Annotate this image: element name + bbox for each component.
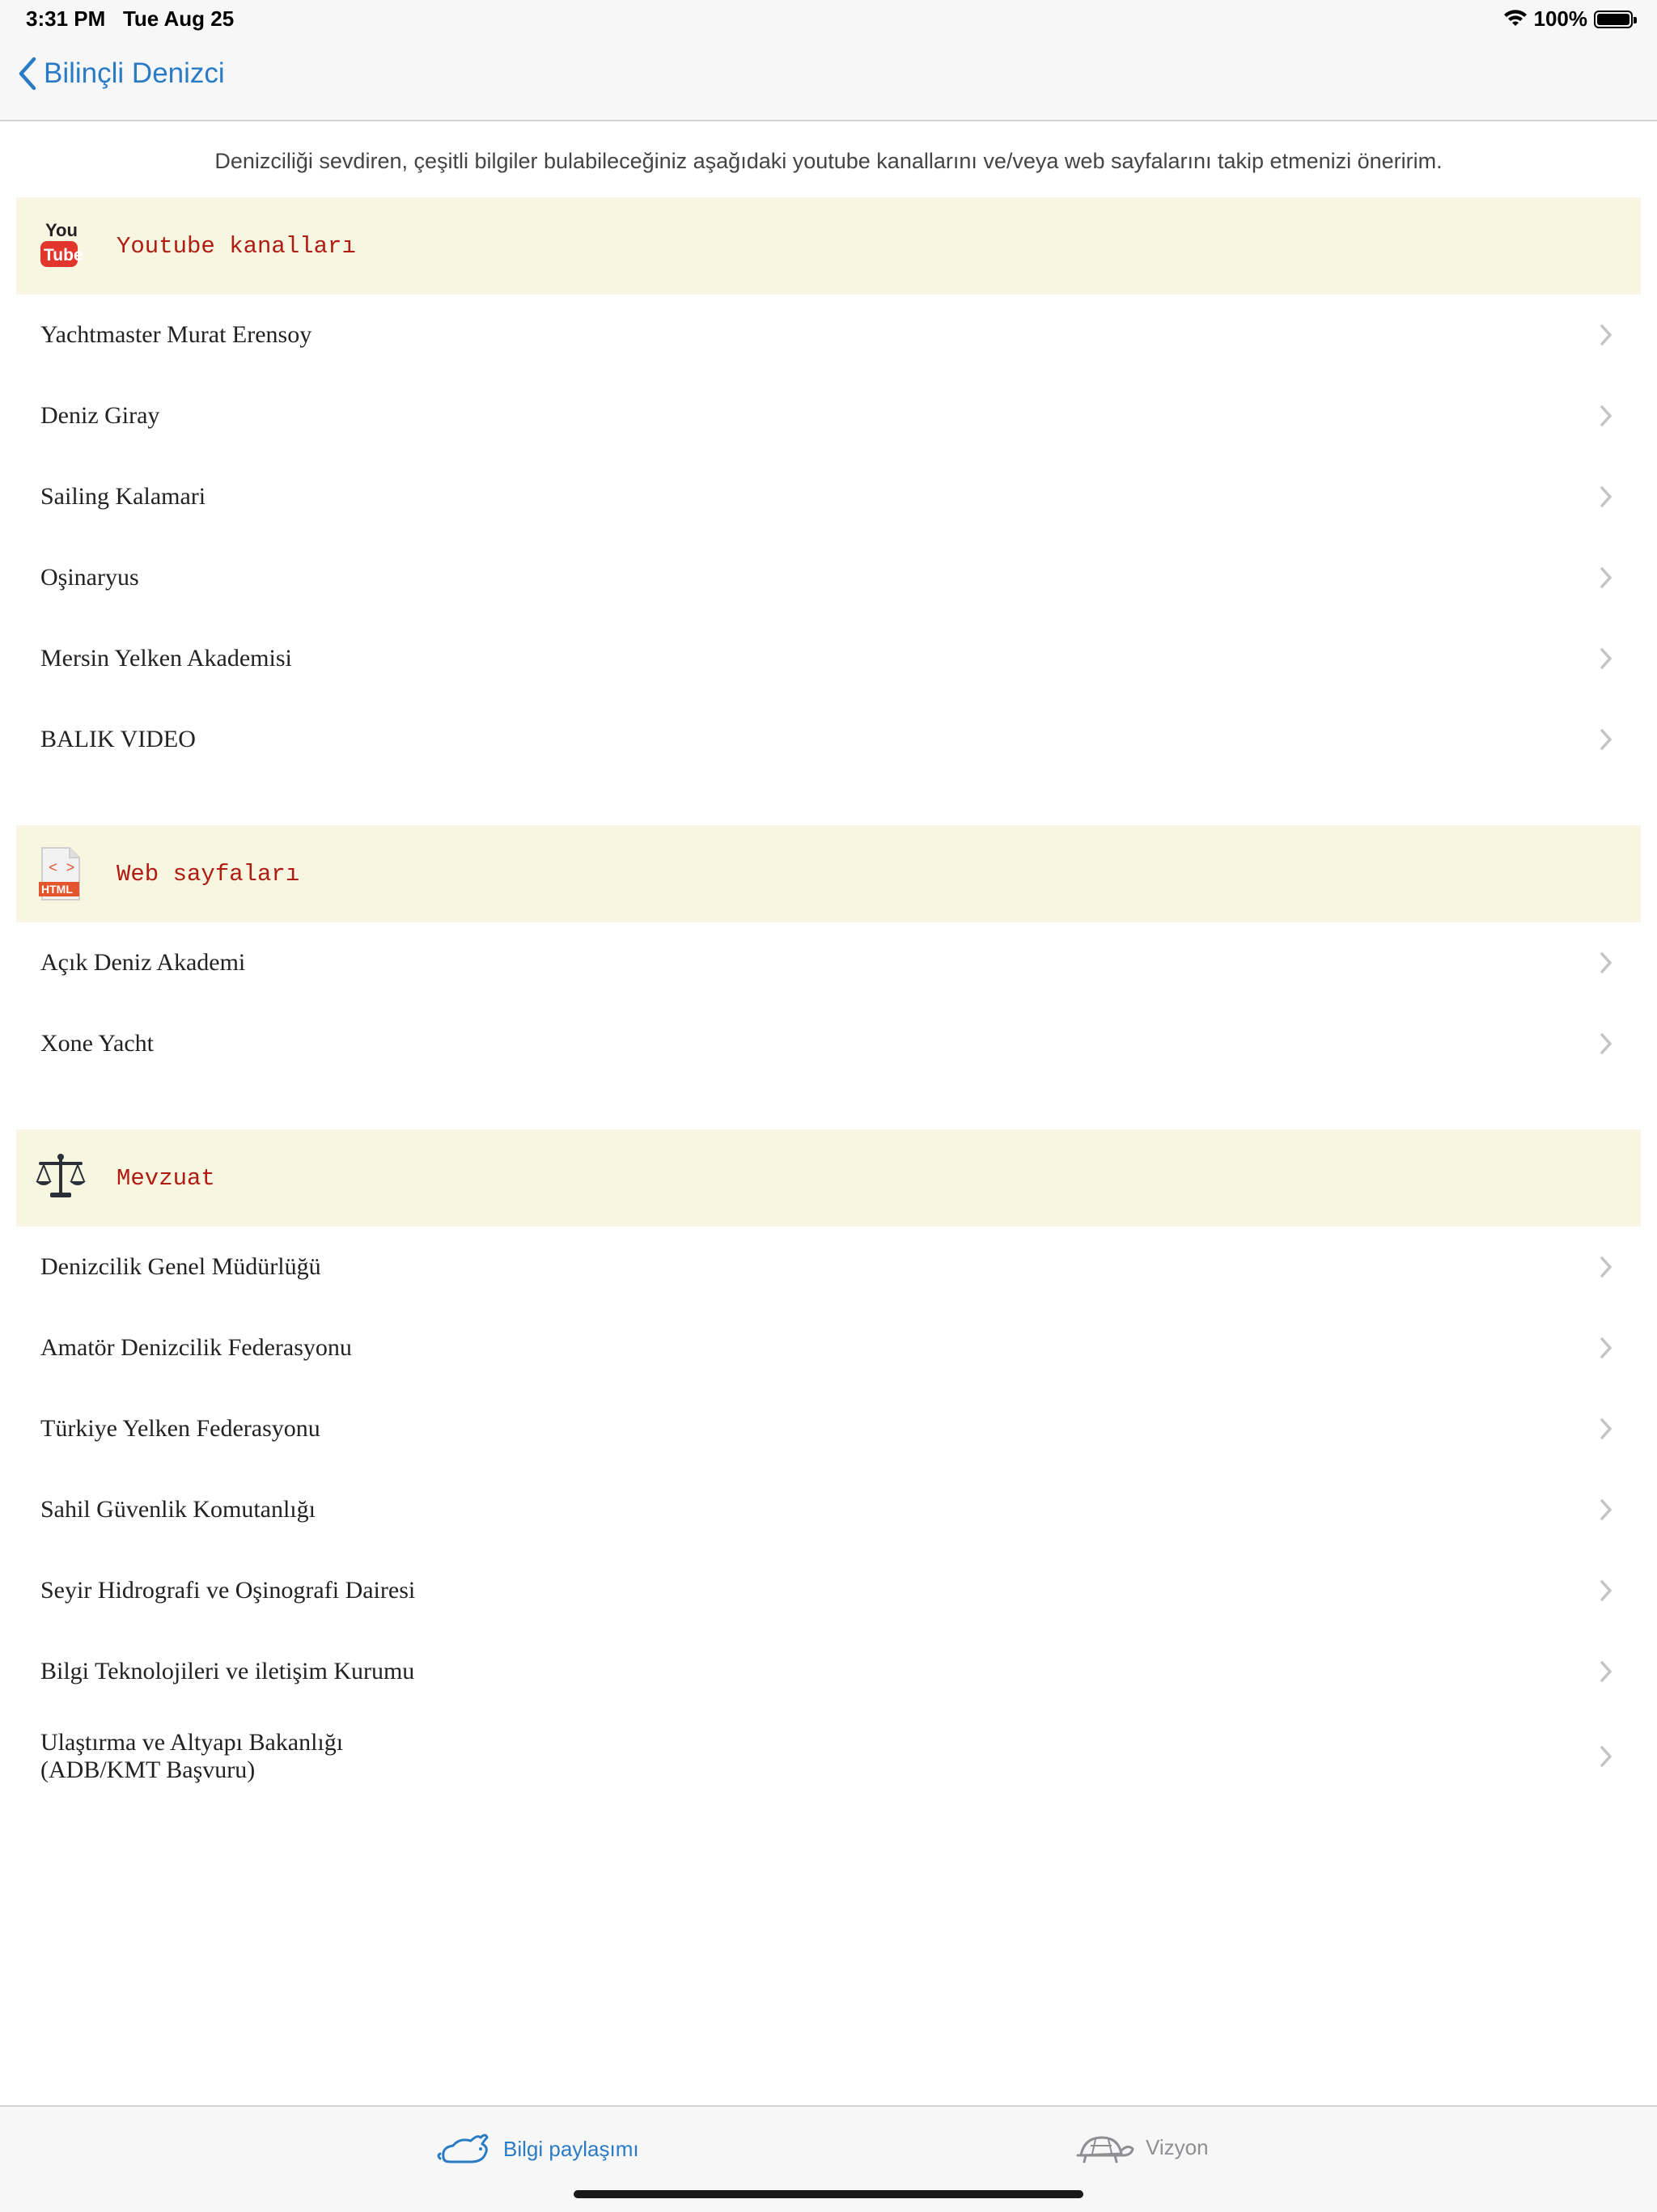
section-title: Mevzuat <box>117 1164 215 1192</box>
chevron-right-icon <box>1600 1418 1612 1439</box>
svg-text:< >: < > <box>49 861 74 877</box>
chevron-right-icon <box>1600 324 1612 345</box>
youtube-icon: You Tube <box>32 217 89 275</box>
status-date: Tue Aug 25 <box>122 6 235 31</box>
list-item-label: Ulaştırma ve Altyapı Bakanlığı (ADB/KMT … <box>40 1729 344 1783</box>
list-item[interactable]: BALIK VIDEO <box>0 699 1657 780</box>
section-title: Web sayfaları <box>117 860 300 888</box>
chevron-right-icon <box>1600 405 1612 426</box>
status-time: 3:31 PM Tue Aug 25 <box>26 6 235 31</box>
tab-bilgi-paylasimi[interactable]: Bilgi paylaşımı <box>435 2129 639 2168</box>
battery-percent: 100% <box>1533 6 1588 31</box>
list-item[interactable]: Türkiye Yelken Federasyonu <box>0 1388 1657 1469</box>
chevron-right-icon <box>1600 729 1612 750</box>
wifi-icon <box>1503 9 1527 26</box>
list-item[interactable]: Ulaştırma ve Altyapı Bakanlığı (ADB/KMT … <box>0 1712 1657 1801</box>
chevron-right-icon <box>1600 648 1612 669</box>
turtle-icon <box>1076 2136 1134 2163</box>
chevron-right-icon <box>1600 1256 1612 1278</box>
chevron-left-icon <box>19 57 36 91</box>
tab-label: Vizyon <box>1146 2134 1209 2159</box>
list-item[interactable]: Amatör Denizcilik Federasyonu <box>0 1307 1657 1388</box>
tab-label: Bilgi paylaşımı <box>503 2136 639 2161</box>
list-item[interactable]: Mersin Yelken Akademisi <box>0 618 1657 699</box>
rabbit-icon <box>437 2134 489 2163</box>
list-item[interactable]: Denizcilik Genel Müdürlüğü <box>0 1227 1657 1307</box>
list-item[interactable]: Seyir Hidrografi ve Oşinografi Dairesi <box>0 1550 1657 1631</box>
svg-text:Tube: Tube <box>44 246 83 265</box>
html-file-icon: < > HTML <box>32 845 89 903</box>
chevron-right-icon <box>1600 1033 1612 1054</box>
navigation-bar: Bilinçli Denizci <box>0 40 1657 121</box>
chevron-right-icon <box>1600 1746 1612 1767</box>
status-bar: 3:31 PM Tue Aug 25 100% <box>0 0 1657 40</box>
list-item[interactable]: Yachtmaster Murat Erensoy <box>0 295 1657 375</box>
list-item[interactable]: Sailing Kalamari <box>0 456 1657 537</box>
scales-icon <box>32 1149 89 1207</box>
section-header-web: < > HTML Web sayfaları <box>16 825 1641 922</box>
section-header-mevzuat: Mevzuat <box>16 1129 1641 1227</box>
list-item[interactable]: Xone Yacht <box>0 1003 1657 1084</box>
battery-icon <box>1594 10 1637 28</box>
list-item[interactable]: Bilgi Teknolojileri ve iletişim Kurumu <box>0 1631 1657 1712</box>
back-label: Bilinçli Denizci <box>44 57 225 89</box>
list-item[interactable]: Deniz Giray <box>0 375 1657 456</box>
section-title: Youtube kanalları <box>117 232 356 260</box>
svg-text:You: You <box>45 220 78 240</box>
svg-text:HTML: HTML <box>41 883 73 896</box>
chevron-right-icon <box>1600 486 1612 507</box>
list-item[interactable]: Sahil Güvenlik Komutanlığı <box>0 1469 1657 1550</box>
chevron-right-icon <box>1600 952 1612 973</box>
intro-text: Denizciliği sevdiren, çeşitli bilgiler b… <box>214 149 1443 173</box>
list-item[interactable]: Oşinaryus <box>0 537 1657 618</box>
section-header-youtube: You Tube Youtube kanalları <box>16 197 1641 295</box>
list-item[interactable]: Açık Deniz Akademi <box>0 922 1657 1003</box>
tab-bar: Bilgi paylaşımı Vizyon <box>0 2105 1657 2212</box>
tab-vizyon[interactable]: Vizyon <box>1074 2129 1209 2165</box>
chevron-right-icon <box>1600 1580 1612 1601</box>
chevron-right-icon <box>1600 1337 1612 1358</box>
chevron-right-icon <box>1600 1499 1612 1520</box>
chevron-right-icon <box>1600 1661 1612 1682</box>
content: Denizciliği sevdiren, çeşitli bilgiler b… <box>0 121 1657 1801</box>
back-button[interactable]: Bilinçli Denizci <box>18 57 225 91</box>
home-indicator[interactable] <box>574 2190 1083 2198</box>
chevron-right-icon <box>1600 567 1612 588</box>
status-right: 100% <box>1503 6 1637 32</box>
